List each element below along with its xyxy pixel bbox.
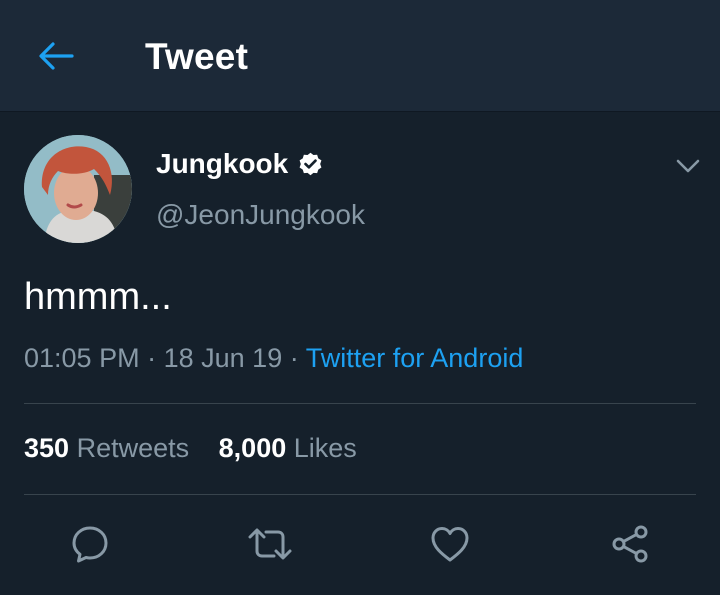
author-row: Jungkook: [156, 148, 324, 180]
verified-badge-icon: [299, 152, 322, 175]
retweets-label: Retweets: [76, 433, 190, 463]
retweet-icon: [248, 528, 292, 560]
retweets-count: 350: [24, 433, 70, 463]
avatar-image: [24, 135, 132, 243]
divider: [24, 403, 696, 404]
like-button[interactable]: [424, 518, 476, 570]
author-name[interactable]: Jungkook: [156, 148, 288, 180]
heart-icon: [431, 527, 469, 562]
reply-button[interactable]: [64, 518, 116, 570]
tweet-date: 18 Jun 19: [163, 343, 283, 373]
author-handle[interactable]: @JeonJungkook: [156, 199, 365, 231]
tweet-meta: 01:05 PM · 18 Jun 19 · Twitter for Andro…: [24, 343, 523, 374]
likes-stat[interactable]: 8,000 Likes: [219, 433, 357, 463]
likes-label: Likes: [293, 433, 357, 463]
divider: [24, 494, 696, 495]
tweet-text: hmmm...: [24, 276, 172, 318]
reply-icon: [72, 526, 108, 563]
retweets-stat[interactable]: 350 Retweets: [24, 433, 197, 463]
avatar[interactable]: [24, 135, 132, 243]
page-title: Tweet: [145, 36, 249, 77]
likes-count: 8,000: [218, 433, 287, 463]
tweet-source-link[interactable]: Twitter for Android: [306, 343, 524, 373]
retweet-button[interactable]: [244, 518, 296, 570]
tweet-time: 01:05 PM: [24, 343, 140, 373]
back-button[interactable]: [30, 34, 82, 78]
chevron-down-icon: [676, 159, 700, 173]
more-options-button[interactable]: [672, 150, 704, 182]
share-icon: [612, 525, 648, 563]
meta-separator: ·: [147, 343, 157, 373]
tweet-stats: 350 Retweets 8,000 Likes: [24, 433, 379, 464]
arrow-left-icon: [39, 42, 74, 70]
top-bar: Tweet: [0, 0, 720, 112]
meta-separator: ·: [289, 343, 299, 373]
share-button[interactable]: [604, 518, 656, 570]
